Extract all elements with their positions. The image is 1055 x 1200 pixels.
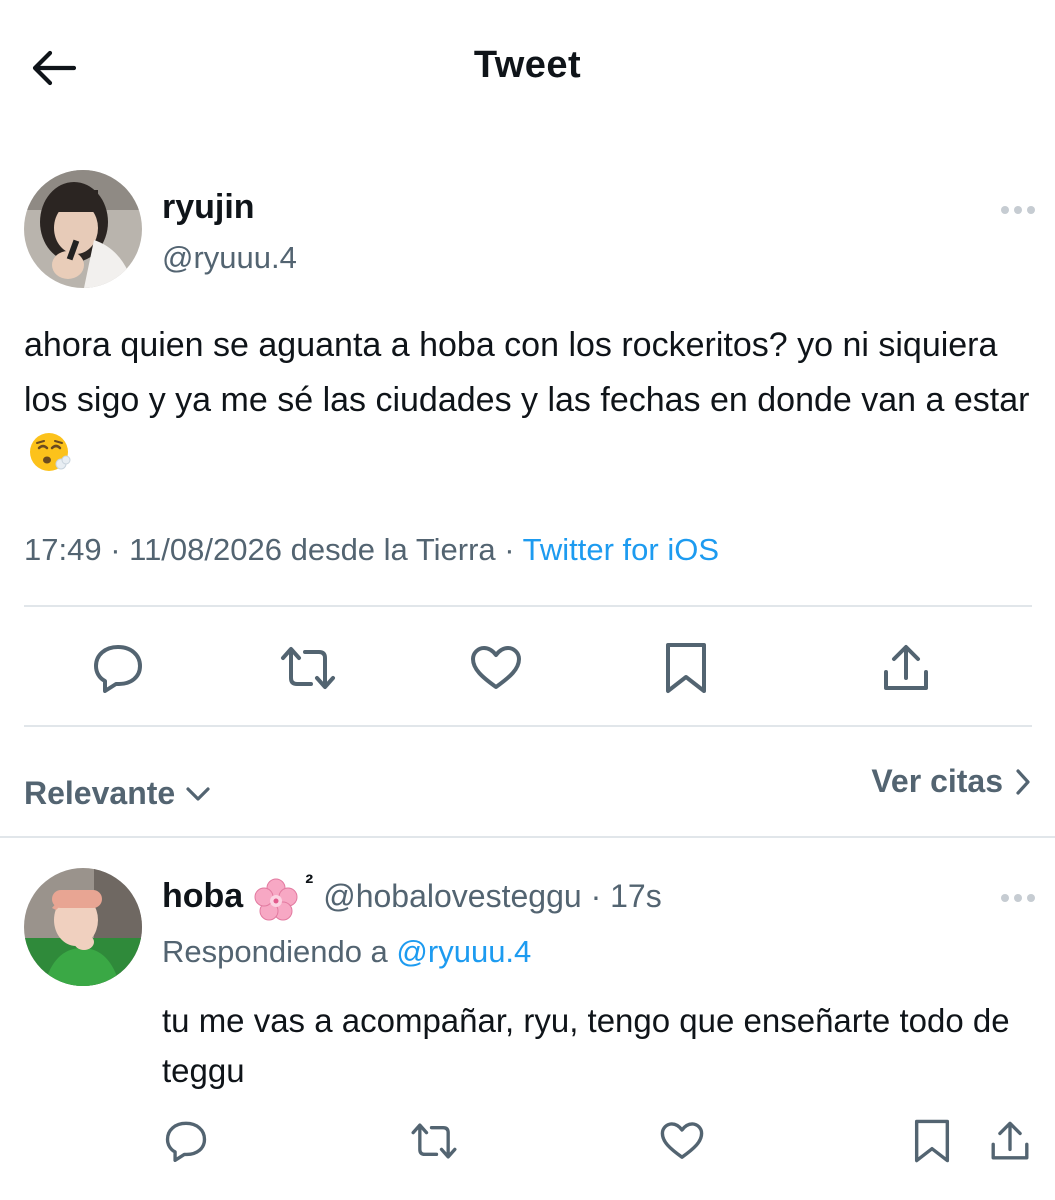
- replying-to: Respondiendo a @ryuuu.4: [162, 934, 531, 970]
- like-button[interactable]: [466, 640, 526, 696]
- retweet-icon: [411, 1123, 457, 1159]
- cherry-blossom-emoji: [253, 877, 299, 923]
- reply-superscript: ²: [305, 870, 314, 897]
- author-name[interactable]: ryujin: [162, 188, 255, 227]
- reply-like-button[interactable]: [656, 1118, 708, 1164]
- view-quotes-button[interactable]: Ver citas: [871, 763, 1031, 800]
- sort-label: Relevante: [24, 775, 176, 811]
- tweet-timestamp: 17:49 · 11/08/2026 desde la Tierra ·: [24, 532, 523, 567]
- reply-bookmark-button[interactable]: [908, 1116, 956, 1166]
- reply-text: tu me vas a acompañar, ryu, tengo que en…: [162, 1002, 1010, 1089]
- replying-prefix: Respondiendo a: [162, 934, 397, 969]
- retweet-button[interactable]: [276, 640, 340, 696]
- share-icon: [991, 1121, 1029, 1160]
- like-icon: [471, 646, 521, 689]
- tweet-meta: 17:49 · 11/08/2026 desde la Tierra · Twi…: [24, 532, 719, 568]
- tweet-text-body: ahora quien se aguanta a hoba con los ro…: [24, 326, 1030, 419]
- reply-header: hoba ² @hobalovesteggu · 17s: [162, 870, 662, 923]
- share-icon: [884, 645, 928, 690]
- share-button[interactable]: [876, 638, 936, 698]
- dizzy-face-emoji: [28, 430, 72, 474]
- tweet-source-link[interactable]: Twitter for iOS: [523, 532, 719, 567]
- divider: [24, 605, 1032, 607]
- bookmark-icon: [666, 643, 706, 693]
- chevron-down-icon: [186, 786, 210, 801]
- reply-retweet-button[interactable]: [406, 1118, 462, 1164]
- sort-relevance-button[interactable]: Relevante: [24, 775, 211, 812]
- view-quotes-label: Ver citas: [871, 763, 1003, 799]
- bookmark-icon: [914, 1119, 950, 1163]
- like-icon: [660, 1122, 704, 1159]
- bookmark-button[interactable]: [656, 638, 716, 698]
- reply-avatar[interactable]: [24, 868, 142, 986]
- divider: [24, 725, 1032, 727]
- retweet-icon: [281, 647, 335, 689]
- reply-reply-button[interactable]: [160, 1118, 212, 1164]
- reply-more-options-icon[interactable]: [998, 888, 1038, 908]
- author-handle[interactable]: @ryuuu.4: [162, 240, 297, 276]
- reply-author-handle[interactable]: @hobalovesteggu · 17s: [323, 878, 661, 915]
- reply-author-name[interactable]: hoba: [162, 877, 243, 916]
- replying-to-handle[interactable]: @ryuuu.4: [396, 934, 531, 969]
- reply-icon: [165, 1121, 207, 1162]
- tweet-text: ahora quien se aguanta a hoba con los ro…: [24, 318, 1034, 483]
- reply-share-button[interactable]: [986, 1116, 1034, 1166]
- avatar[interactable]: [24, 170, 142, 288]
- chevron-right-icon: [1016, 768, 1030, 795]
- divider: [0, 836, 1055, 838]
- page-title: Tweet: [473, 44, 582, 86]
- reply-icon: [94, 645, 142, 693]
- reply-button[interactable]: [88, 640, 148, 696]
- more-options-icon[interactable]: [998, 200, 1038, 220]
